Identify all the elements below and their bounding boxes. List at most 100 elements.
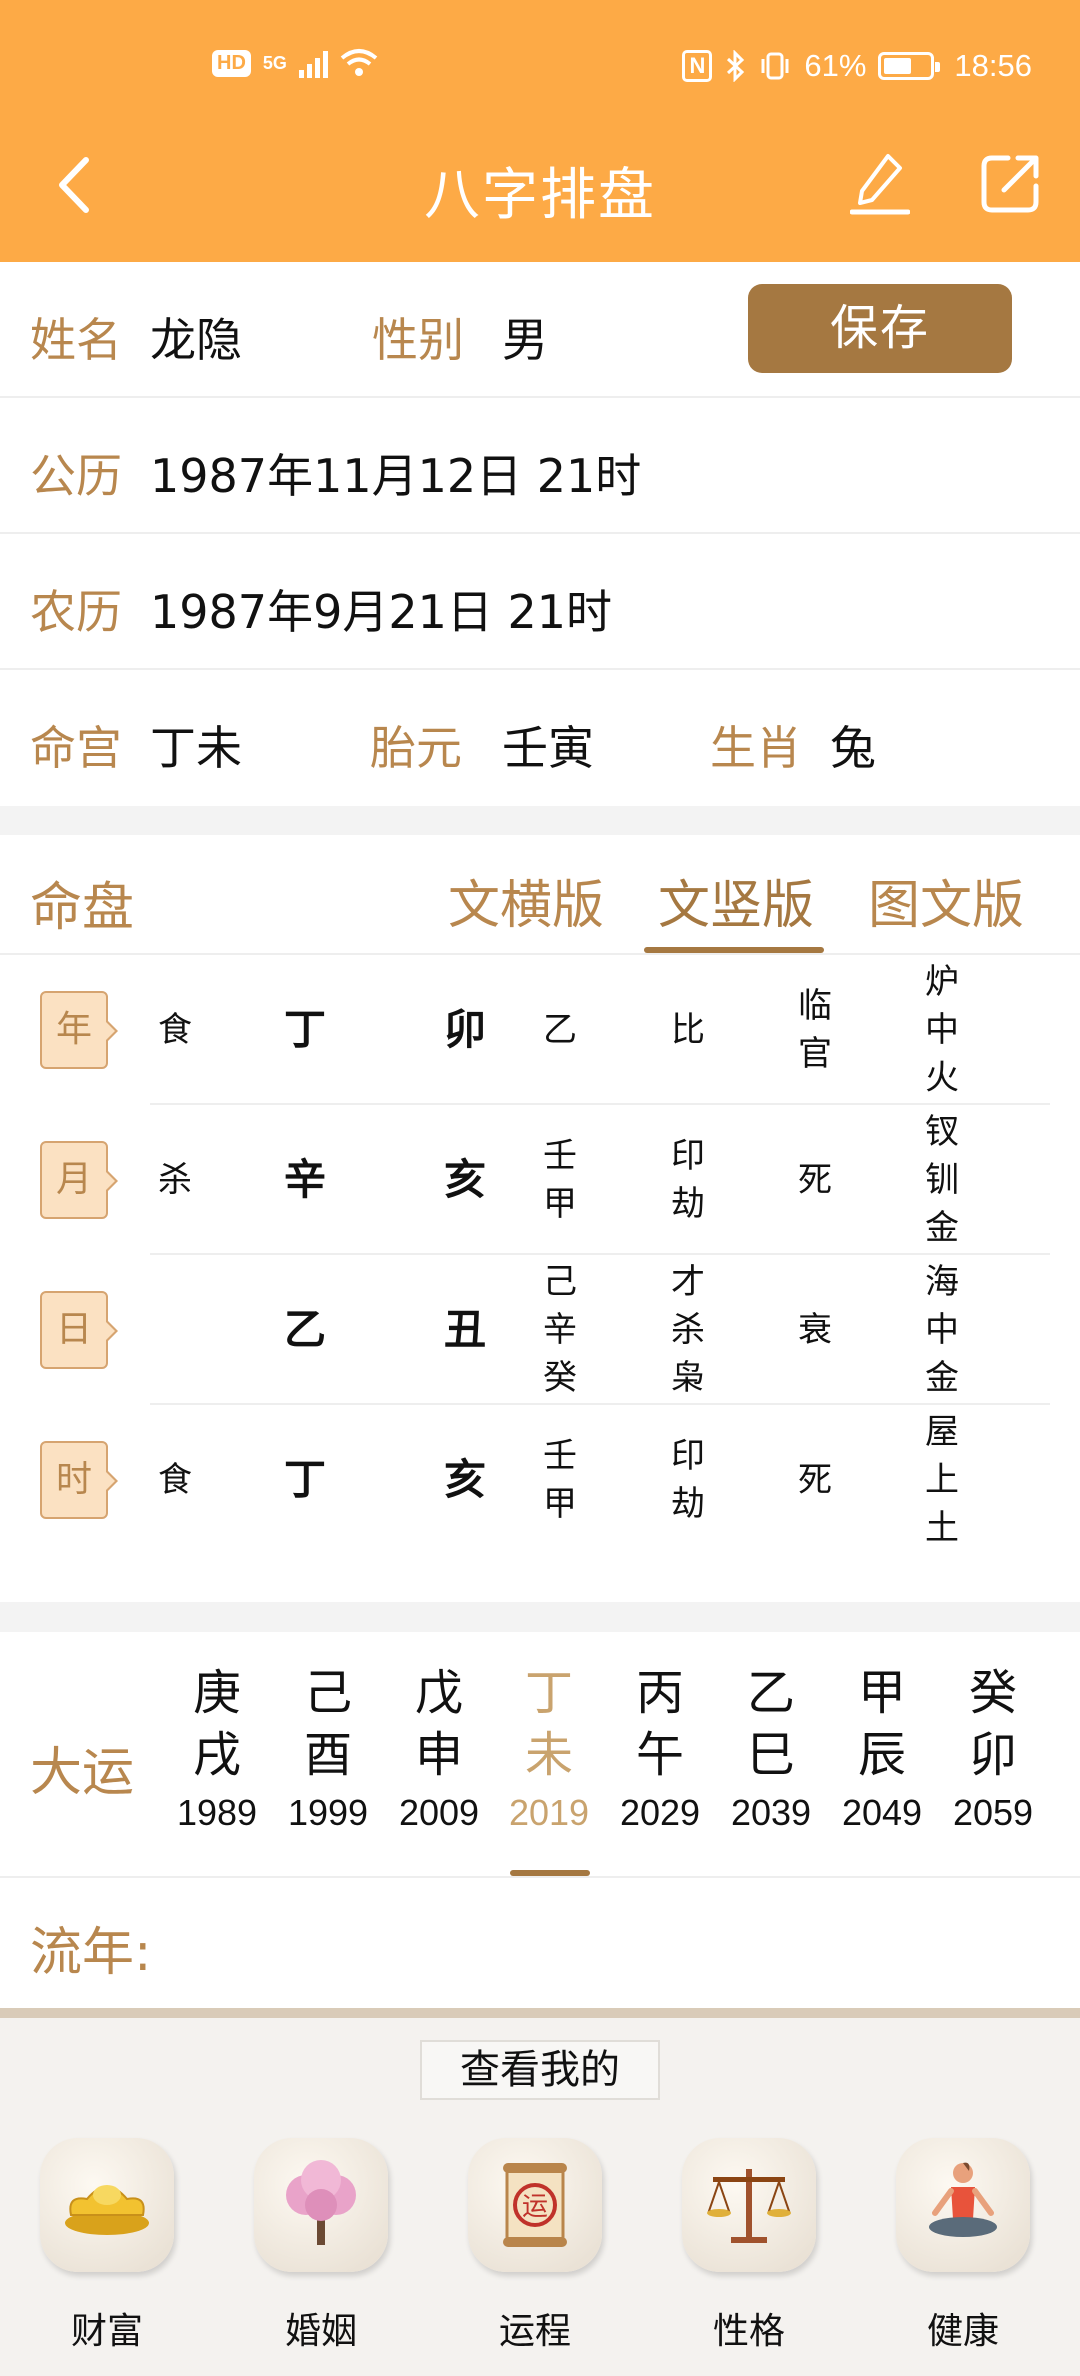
branch-gods-char: 枭 xyxy=(671,1358,705,1398)
pillar-row: 时食丁亥壬甲印劫死屋上土 xyxy=(0,1405,1080,1555)
feature-wealth[interactable]: 财富 xyxy=(32,2138,182,2354)
dayun-zhi: 酉 xyxy=(303,1727,352,1783)
hd-badge: HD xyxy=(212,49,251,77)
dayun-gan: 甲 xyxy=(857,1665,906,1721)
nayin: 钗钏金 xyxy=(912,1108,972,1252)
dayun-item[interactable]: 丙午 2029 xyxy=(605,1662,715,1840)
share-external-icon[interactable] xyxy=(978,152,1042,216)
section-gap xyxy=(0,1602,1080,1632)
heavenly-stem: 辛 xyxy=(283,1155,326,1204)
earthly-branch: 丑 xyxy=(443,1305,486,1354)
dayun-zhi: 卯 xyxy=(968,1727,1017,1783)
page-title: 八字排盘 xyxy=(424,163,656,228)
hidden-stems-char: 乙 xyxy=(543,1010,577,1050)
life-stage: 衰 xyxy=(785,1306,845,1354)
dayun-item[interactable]: 己酉 1999 xyxy=(273,1662,383,1840)
dayun-year: 1989 xyxy=(176,1792,258,1833)
taiyuan-label: 胎元 xyxy=(370,721,462,775)
tab-graphic[interactable]: 图文版 xyxy=(868,863,1024,938)
hidden-stems: 壬甲 xyxy=(530,1132,590,1228)
save-button[interactable]: 保存 xyxy=(748,284,1012,373)
life-stage-char: 死 xyxy=(798,1460,832,1500)
feature-health[interactable]: 健康 xyxy=(888,2138,1038,2354)
gender-value[interactable]: 男 xyxy=(502,304,548,370)
dayun-year: 2029 xyxy=(619,1792,701,1833)
feature-personality[interactable]: 性格 xyxy=(674,2138,824,2354)
feature-label: 健康 xyxy=(926,2311,999,2352)
nayin-char: 金 xyxy=(925,1208,959,1248)
dayun-item[interactable]: 丁未 2019 xyxy=(494,1662,604,1840)
earthly-branch: 卯 xyxy=(443,1005,486,1054)
nayin-char: 火 xyxy=(925,1058,959,1098)
branch-gods: 才杀枭 xyxy=(658,1258,718,1402)
dayun-item[interactable]: 庚戌 1989 xyxy=(162,1662,272,1840)
feature-fortune[interactable]: 运 运程 xyxy=(460,2138,610,2354)
battery-percent: 61% xyxy=(804,48,867,83)
edit-pencil-icon[interactable] xyxy=(850,148,910,218)
pillar-row: 日乙丑己辛癸才杀枭衰海中金 xyxy=(0,1255,1080,1405)
dayun-year: 2049 xyxy=(841,1792,923,1833)
dayun-zhi: 辰 xyxy=(857,1727,906,1783)
active-dayun-indicator xyxy=(510,1870,590,1876)
branch-gods-char: 印 xyxy=(671,1436,705,1476)
pillar-tag: 日 xyxy=(40,1291,118,1369)
lunar-label: 农历 xyxy=(30,585,122,639)
pillar-tag: 时 xyxy=(40,1441,118,1519)
nayin-char: 中 xyxy=(925,1010,959,1050)
ten-god: 杀 xyxy=(158,1160,192,1200)
dayun-item[interactable]: 甲辰 2049 xyxy=(827,1662,937,1840)
fortune-scroll-icon: 运 xyxy=(468,2138,602,2272)
nayin: 炉中火 xyxy=(912,958,972,1102)
dayun-label: 大运 xyxy=(30,1743,135,1803)
tab-vertical[interactable]: 文竖版 xyxy=(658,863,814,938)
heavenly-stem: 乙 xyxy=(283,1305,326,1354)
feature-marriage[interactable]: 婚姻 xyxy=(246,2138,396,2354)
dayun-item[interactable]: 乙巳 2039 xyxy=(716,1662,826,1840)
feature-label: 财富 xyxy=(70,2311,143,2352)
wifi-icon xyxy=(340,49,378,76)
nayin-char: 海 xyxy=(925,1262,959,1302)
solar-value: 1987年11月12日 21时 xyxy=(150,449,642,503)
shengxiao-value: 兔 xyxy=(830,721,876,775)
name-label: 姓名 xyxy=(30,313,122,367)
lunar-date-row[interactable]: 农历 1987年9月21日 21时 xyxy=(0,534,1080,670)
section-gap xyxy=(0,806,1080,835)
branch-gods-char: 劫 xyxy=(671,1484,705,1524)
nayin-char: 炉 xyxy=(925,962,959,1002)
dayun-gan: 己 xyxy=(303,1665,352,1721)
hidden-stems: 乙 xyxy=(530,1006,590,1054)
tab-horizontal[interactable]: 文横版 xyxy=(448,863,604,938)
yoga-person-icon xyxy=(896,2138,1030,2272)
nayin-char: 金 xyxy=(925,1358,959,1398)
lunar-value: 1987年9月21日 21时 xyxy=(150,585,613,639)
ten-god: 食 xyxy=(158,1010,192,1050)
nayin-char: 屋 xyxy=(925,1412,959,1452)
pillar-row: 月杀辛亥壬甲印劫死钗钏金 xyxy=(0,1105,1080,1255)
dayun-gan: 庚 xyxy=(192,1665,241,1721)
dayun-gan: 戊 xyxy=(414,1665,463,1721)
hidden-stems-char: 癸 xyxy=(543,1358,577,1398)
hidden-stems-char: 甲 xyxy=(543,1484,577,1524)
name-value[interactable]: 龙隐 xyxy=(150,304,242,370)
life-stage: 死 xyxy=(785,1456,845,1504)
gender-label: 性别 xyxy=(372,313,464,367)
life-stage-char: 官 xyxy=(798,1034,832,1074)
feature-label: 性格 xyxy=(712,2311,785,2352)
nayin-char: 钏 xyxy=(925,1160,959,1200)
view-mine-button[interactable]: 查看我的 xyxy=(420,2040,660,2100)
solar-date-row[interactable]: 公历 1987年11月12日 21时 xyxy=(0,398,1080,534)
chart-title: 命盘 xyxy=(30,878,135,938)
dayun-gan: 丁 xyxy=(524,1665,573,1721)
dayun-item[interactable]: 戊申 2009 xyxy=(384,1662,494,1840)
dayun-item[interactable]: 癸卯 2059 xyxy=(938,1662,1048,1840)
dayun-zhi: 未 xyxy=(524,1727,573,1783)
branch-gods-char: 比 xyxy=(671,1010,705,1050)
nayin-char: 土 xyxy=(925,1508,959,1548)
dayun-year: 2059 xyxy=(952,1792,1034,1833)
branch-gods: 印劫 xyxy=(658,1132,718,1228)
earthly-branch: 亥 xyxy=(443,1455,486,1504)
dayun-year: 2019 xyxy=(508,1792,590,1833)
dayun-zhi: 申 xyxy=(414,1727,463,1783)
branch-gods-char: 才 xyxy=(671,1262,705,1302)
vibrate-icon xyxy=(761,52,789,80)
